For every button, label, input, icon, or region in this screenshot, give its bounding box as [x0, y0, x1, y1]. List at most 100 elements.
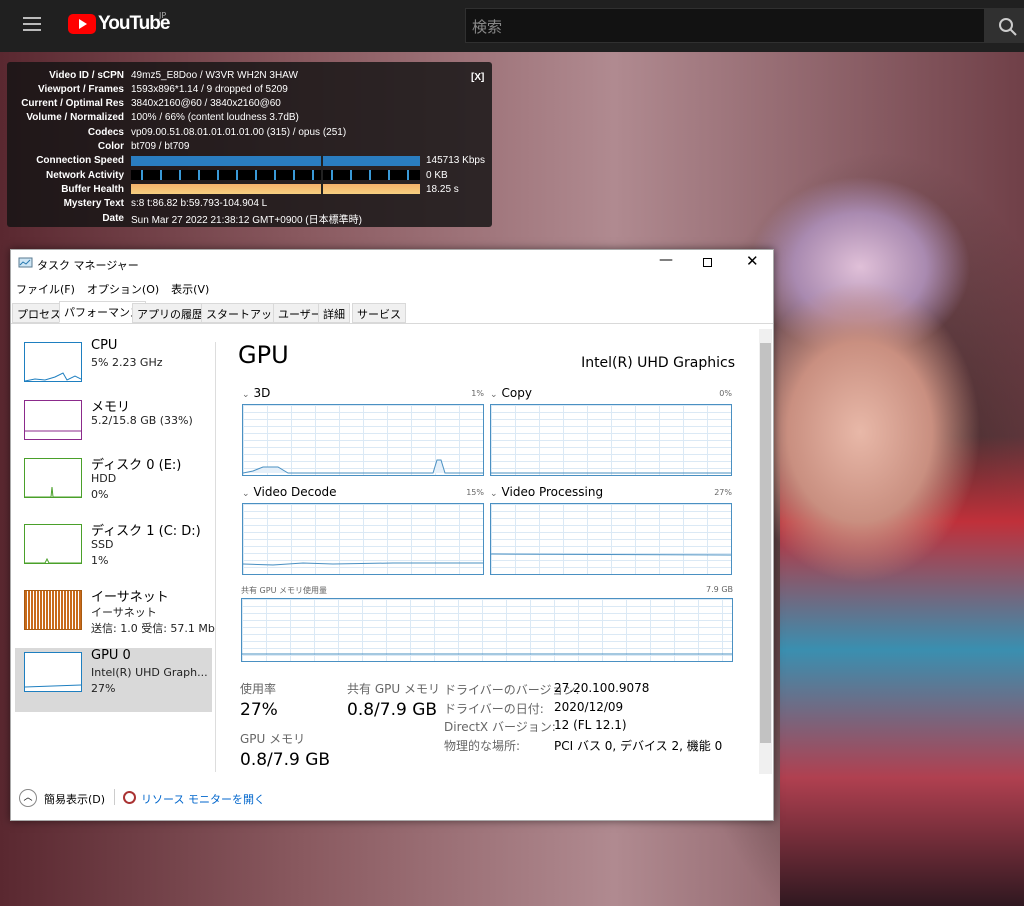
- sidebar-item-name: ディスク 1 (C: D:): [91, 524, 201, 539]
- stat-value: bt709 / bt709: [131, 141, 190, 152]
- stat-label: Date: [102, 212, 124, 224]
- open-resource-monitor-link[interactable]: リソース モニターを開く: [141, 791, 265, 807]
- stat-row: Current / Optimal Res 3840x2160@60 / 3840…: [7, 97, 281, 111]
- stat-bar: [131, 153, 420, 168]
- graph-percent: 15%: [466, 488, 484, 497]
- scrollbar[interactable]: [759, 329, 772, 774]
- region-label: JP: [159, 11, 167, 20]
- fewer-details-button[interactable]: 簡易表示(D): [44, 791, 105, 807]
- sidebar-graph-thumbnail: [24, 590, 82, 630]
- sidebar-item[interactable]: イーサネット イーサネット 送信: 1.0 受信: 57.1 Mb: [15, 586, 215, 650]
- menu-item[interactable]: オプション(O): [87, 281, 159, 297]
- chevron-down-icon[interactable]: ⌄: [490, 489, 498, 499]
- graph-2: [242, 503, 484, 575]
- youtube-logo[interactable]: YouTube JP: [68, 11, 170, 35]
- stat-value: 18.25 s: [426, 183, 459, 195]
- sidebar-item-name: GPU 0: [91, 648, 131, 663]
- close-stats-button[interactable]: [X]: [471, 72, 484, 83]
- sidebar-item[interactable]: ディスク 0 (E:) HDD 0%: [15, 454, 212, 518]
- stat-value: 145713 Kbps: [426, 155, 485, 167]
- stat-value: 100% / 66% (content loudness 3.7dB): [131, 112, 299, 124]
- search-button[interactable]: [985, 8, 1024, 43]
- stat-row: Buffer Health 18.25 s: [7, 182, 459, 197]
- stat-bar: [131, 182, 420, 197]
- graph-label[interactable]: ⌄ Copy: [490, 386, 532, 400]
- sidebar-graph-thumbnail: [24, 652, 82, 692]
- sidebar-graph-thumbnail: [24, 400, 82, 440]
- graph-3: [490, 503, 732, 575]
- sidebar-graph-thumbnail: [24, 342, 82, 382]
- stat-label: Volume / Normalized: [26, 112, 124, 124]
- info-label: ドライバーの日付:: [444, 701, 544, 716]
- stats-for-nerds: [X] Video ID / sCPN 49mz5_E8Doo / W3VR WH…: [7, 62, 492, 227]
- youtube-header: YouTube JP 検索: [0, 0, 1024, 52]
- shared-memory-graph-label: 共有 GPU メモリ使用量: [241, 586, 327, 595]
- chevron-down-icon[interactable]: ⌄: [242, 390, 250, 400]
- graph-label[interactable]: ⌄ Video Decode: [242, 485, 337, 499]
- graph-percent: 1%: [471, 389, 484, 398]
- stat-label: Mystery Text: [63, 198, 124, 210]
- stat-row: Color bt709 / bt709: [7, 140, 190, 154]
- stat-row: Viewport / Frames 1593x896*1.14 / 9 dropp…: [7, 82, 288, 96]
- stat-value: 3840x2160@60 / 3840x2160@60: [131, 98, 281, 110]
- graph-1: [490, 404, 732, 476]
- stat-row: Mystery Text s:8 t:86.82 b:59.793-104.904…: [7, 197, 268, 211]
- shared-memory-graph: [241, 598, 733, 662]
- tab-2[interactable]: アプリの履歴: [132, 303, 208, 323]
- sidebar-item-name: CPU: [91, 338, 118, 353]
- window-title: タスク マネージャー: [37, 259, 139, 272]
- sidebar-item-detail: SSD: [91, 538, 114, 551]
- sidebar-graph-thumbnail: [24, 524, 82, 564]
- sidebar-item-name: メモリ: [91, 400, 131, 415]
- device-name: Intel(R) UHD Graphics: [581, 355, 735, 371]
- tab-6[interactable]: サービス: [352, 303, 406, 323]
- sidebar-item[interactable]: メモリ 5.2/15.8 GB (33%): [15, 396, 212, 460]
- graph-percent: 27%: [714, 488, 732, 497]
- maximize-button[interactable]: [703, 258, 712, 267]
- info-value: 2020/12/09: [554, 699, 624, 714]
- stat-row: Video ID / sCPN 49mz5_E8Doo / W3VR WH2N 3…: [7, 68, 298, 82]
- stat-value: vp09.00.51.08.01.01.01.01.00 (315) / opu…: [131, 126, 347, 138]
- stat-value: 0 KB: [426, 169, 448, 181]
- sidebar-item-value: 送信: 1.0 受信: 57.1 Mb: [91, 622, 215, 635]
- chevron-down-icon[interactable]: ⌄: [242, 489, 250, 499]
- stat-value: 49mz5_E8Doo / W3VR WH2N 3HAW: [131, 69, 298, 81]
- sidebar-item-detail: イーサネット: [91, 606, 157, 619]
- stat-label: Buffer Health: [61, 183, 124, 195]
- stat-label: Connection Speed: [36, 155, 124, 167]
- stat-label: Color: [97, 141, 124, 152]
- sidebar-item-detail: HDD: [91, 472, 117, 485]
- shared-memory-max: 7.9 GB: [706, 585, 733, 594]
- graph-label[interactable]: ⌄ 3D: [242, 386, 270, 400]
- info-label: 物理的な場所:: [444, 738, 521, 753]
- sidebar-item[interactable]: ディスク 1 (C: D:) SSD 1%: [15, 520, 212, 584]
- chevron-down-icon[interactable]: ⌄: [490, 390, 498, 400]
- stat-label: Codecs: [87, 126, 124, 138]
- stat-value: Sun Mar 27 2022 21:38:12 GMT+0900 (日本標準時…: [131, 214, 362, 226]
- stat-value: s:8 t:86.82 b:59.793-104.904 L: [131, 198, 268, 210]
- sidebar-item-value: 0%: [91, 488, 109, 501]
- play-icon: [68, 14, 96, 34]
- menu-item[interactable]: 表示(V): [171, 281, 209, 297]
- info-value: 12 (FL 12.1): [554, 718, 627, 732]
- graph-label[interactable]: ⌄ Video Processing: [490, 485, 603, 499]
- sidebar-item[interactable]: CPU 5% 2.23 GHz: [15, 338, 212, 402]
- minimize-button[interactable]: —: [659, 252, 673, 268]
- menu-item[interactable]: ファイル(F): [16, 281, 75, 297]
- chevron-up-icon[interactable]: ︿: [19, 789, 37, 807]
- search-icon: [999, 18, 1017, 36]
- tab-0[interactable]: プロセス: [12, 303, 66, 323]
- tab-5[interactable]: 詳細: [318, 303, 350, 323]
- menu-icon[interactable]: [23, 17, 41, 31]
- close-button[interactable]: ✕: [746, 252, 759, 270]
- sidebar-item-detail: 5% 2.23 GHz: [91, 356, 163, 369]
- info-value: PCI バス 0, デバイス 2, 機能 0: [554, 738, 723, 753]
- usage-label: 使用率: [240, 682, 277, 696]
- gpu-memory-label: GPU メモリ: [240, 732, 306, 746]
- search-input[interactable]: 検索: [465, 8, 985, 43]
- shared-gpu-memory-label: 共有 GPU メモリ: [347, 682, 440, 696]
- stat-label: Video ID / sCPN: [49, 69, 124, 81]
- shared-gpu-memory-value: 0.8/7.9 GB: [347, 700, 438, 720]
- stat-row: Connection Speed 145713 Kbps: [7, 153, 485, 168]
- sidebar-item[interactable]: GPU 0 Intel(R) UHD Graph... 27%: [15, 648, 212, 712]
